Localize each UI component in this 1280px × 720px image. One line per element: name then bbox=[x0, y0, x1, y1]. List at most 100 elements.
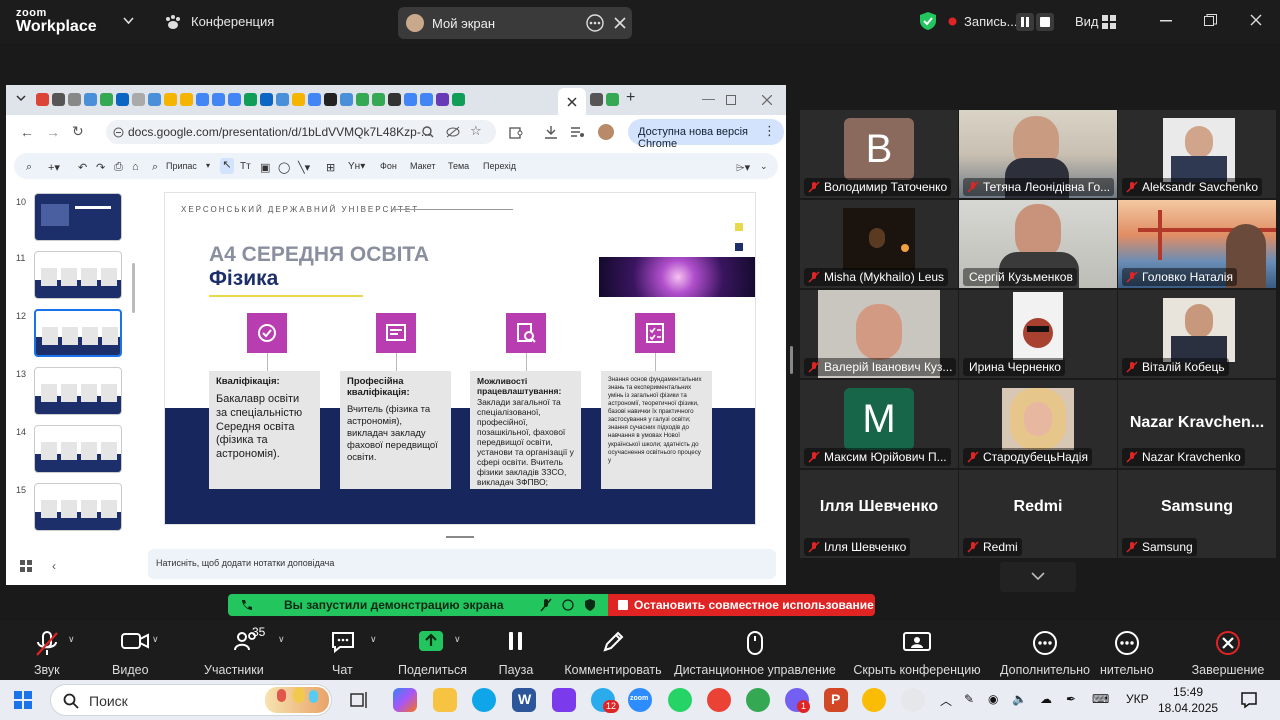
tab-icon[interactable] bbox=[100, 93, 113, 106]
system-clock[interactable]: 15:49 18.04.2025 bbox=[1158, 684, 1218, 716]
eye-off-icon[interactable] bbox=[446, 126, 460, 138]
site-info-icon[interactable] bbox=[113, 127, 124, 138]
pause-circle-icon[interactable] bbox=[562, 599, 574, 611]
thumbnail-scrollbar[interactable] bbox=[132, 263, 135, 313]
slide-thumbnail[interactable] bbox=[34, 251, 122, 299]
gmail-icon[interactable] bbox=[36, 93, 49, 106]
zoom-app-icon[interactable]: zoom bbox=[628, 688, 652, 712]
participant-tile[interactable]: M Максим Юрійович П... bbox=[800, 380, 958, 468]
chevron-down-icon[interactable]: ∨ bbox=[152, 634, 159, 645]
annotate-button[interactable]: Комментировать bbox=[562, 622, 664, 678]
next-page-button[interactable] bbox=[1000, 562, 1076, 592]
docs-icon[interactable] bbox=[228, 93, 241, 106]
active-tab[interactable] bbox=[558, 88, 586, 115]
participant-tile-active-speaker[interactable]: Сергій Кузьменков bbox=[959, 200, 1117, 288]
text-box-icon[interactable]: Tт bbox=[240, 161, 251, 172]
chrome-icon[interactable] bbox=[862, 688, 886, 712]
print-icon[interactable]: ⎙ bbox=[114, 161, 123, 174]
edge-icon[interactable] bbox=[472, 688, 496, 712]
close-window-icon[interactable] bbox=[762, 95, 772, 105]
file-explorer-icon[interactable] bbox=[433, 688, 457, 712]
forms-icon[interactable] bbox=[436, 93, 449, 106]
copilot-icon[interactable] bbox=[393, 688, 417, 712]
mic-off-icon[interactable] bbox=[540, 598, 552, 612]
pause-recording-button[interactable] bbox=[1016, 13, 1034, 31]
resize-handle[interactable] bbox=[446, 536, 474, 538]
zoom-icon[interactable] bbox=[422, 126, 434, 138]
chevron-down-icon[interactable]: ∨ bbox=[454, 634, 461, 645]
tab-icon[interactable] bbox=[132, 93, 145, 106]
participant-tile[interactable]: Misha (Mykhailo) Leus bbox=[800, 200, 958, 288]
kebab-menu-icon[interactable]: ⋮ bbox=[763, 123, 776, 139]
cloud-icon[interactable]: ☁ bbox=[1040, 692, 1052, 706]
tab-icon[interactable] bbox=[606, 93, 619, 106]
tray-app-icon[interactable]: ◉ bbox=[988, 692, 998, 706]
keyboard-icon[interactable]: ⌨ bbox=[1092, 692, 1109, 706]
docs-icon[interactable] bbox=[212, 93, 225, 106]
tab-icon[interactable] bbox=[590, 93, 603, 106]
back-icon[interactable]: ← bbox=[20, 124, 34, 140]
search-menus-icon[interactable]: ⌕ bbox=[26, 161, 32, 174]
slide-thumbnail[interactable] bbox=[34, 425, 122, 473]
zoom-icon[interactable]: ⌕ bbox=[152, 161, 158, 174]
chevron-down-icon[interactable]: ∨ bbox=[278, 634, 285, 645]
minimize-icon[interactable] bbox=[1160, 20, 1172, 22]
chevron-down-icon[interactable] bbox=[16, 95, 26, 102]
docs-icon[interactable] bbox=[420, 93, 433, 106]
chrome-update-button[interactable]: Доступна нова версія Chrome ⋮ bbox=[628, 119, 784, 150]
slides-icon[interactable] bbox=[292, 93, 305, 106]
participant-tile[interactable]: Ирина Черненко bbox=[959, 290, 1117, 378]
line-icon[interactable]: ╲▾ bbox=[298, 161, 310, 174]
meeting-menu[interactable]: Конференция bbox=[191, 14, 274, 29]
extensions-icon[interactable] bbox=[509, 125, 523, 139]
linkedin-icon[interactable] bbox=[116, 93, 129, 106]
taskbar-search[interactable]: Поиск bbox=[50, 684, 332, 716]
new-tab-icon[interactable]: + bbox=[626, 89, 635, 107]
shield-check-icon[interactable] bbox=[584, 598, 596, 612]
whatsapp-icon[interactable] bbox=[668, 688, 692, 712]
tray-app-icon[interactable]: ✎ bbox=[964, 692, 974, 706]
audio-button[interactable]: ∨ Звук bbox=[14, 622, 80, 678]
slides-icon[interactable] bbox=[164, 93, 177, 106]
maximize-icon[interactable] bbox=[726, 95, 736, 105]
shield-check-icon[interactable] bbox=[919, 11, 937, 31]
linkedin-icon[interactable] bbox=[260, 93, 273, 106]
slides-icon[interactable] bbox=[180, 93, 193, 106]
slide-thumbnail-selected[interactable] bbox=[34, 309, 122, 357]
my-screen-pill[interactable]: Мой экран bbox=[398, 7, 632, 39]
more-button[interactable]: Дополнительно bbox=[998, 622, 1092, 678]
redo-icon[interactable]: ↷ bbox=[96, 161, 105, 174]
profile-avatar[interactable] bbox=[598, 124, 614, 140]
powerpoint-icon[interactable]: P bbox=[824, 688, 848, 712]
slide-thumbnail[interactable] bbox=[34, 367, 122, 415]
tab-icon[interactable] bbox=[68, 93, 81, 106]
collapse-panel-icon[interactable]: ‹ bbox=[52, 559, 56, 573]
participant-tile[interactable]: Samsung Samsung bbox=[1118, 470, 1276, 558]
app-icon[interactable] bbox=[552, 688, 576, 712]
slide-thumbnail[interactable] bbox=[34, 483, 122, 531]
hide-meeting-button[interactable]: Скрыть конференцию bbox=[852, 622, 982, 678]
docs-icon[interactable] bbox=[308, 93, 321, 106]
docs-icon[interactable] bbox=[404, 93, 417, 106]
slide-canvas[interactable]: ХЕРСОНСЬКИЙ ДЕРЖАВНИЙ УНІВЕРСИТЕТ А4 СЕР… bbox=[164, 192, 756, 525]
view-menu[interactable]: Вид bbox=[1075, 14, 1099, 29]
pinned-tabs[interactable] bbox=[36, 93, 465, 106]
participant-tile[interactable]: Ілля Шевченко Ілля Шевченко bbox=[800, 470, 958, 558]
paint-format-icon[interactable]: ⌂ bbox=[132, 161, 139, 173]
participant-tile[interactable]: Redmi Redmi bbox=[959, 470, 1117, 558]
grid-view-icon[interactable] bbox=[20, 560, 32, 572]
layout-button[interactable]: Макет bbox=[410, 161, 435, 171]
task-view-icon[interactable] bbox=[350, 691, 370, 709]
select-tool-icon[interactable]: ↖ bbox=[220, 158, 234, 174]
comment-icon[interactable]: ⊞ bbox=[326, 161, 335, 174]
pen-tray-icon[interactable]: ✒ bbox=[1066, 692, 1076, 706]
close-window-icon[interactable] bbox=[1250, 14, 1262, 26]
slide-thumbnail[interactable] bbox=[34, 193, 122, 241]
video-button[interactable]: ∨ Видео bbox=[104, 622, 166, 678]
input-tools-icon[interactable]: Yн▾ bbox=[348, 161, 365, 172]
minimize-icon[interactable]: — bbox=[702, 91, 715, 106]
word-icon[interactable]: W bbox=[512, 688, 536, 712]
app-icon[interactable] bbox=[901, 688, 925, 712]
docs-icon[interactable] bbox=[196, 93, 209, 106]
new-slide-icon[interactable]: +▾ bbox=[48, 161, 60, 174]
